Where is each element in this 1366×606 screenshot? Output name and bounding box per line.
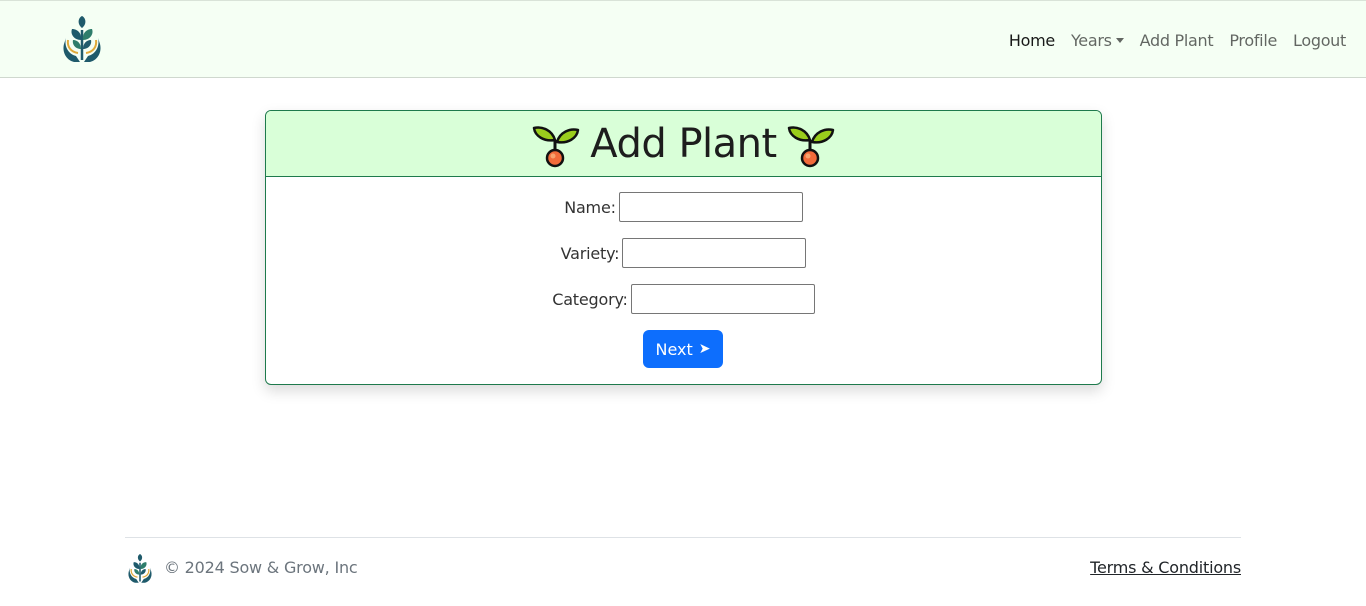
name-label: Name: <box>564 197 616 217</box>
nav-logout-link[interactable]: Logout <box>1293 31 1346 50</box>
card-header: Add Plant <box>266 111 1101 177</box>
nav-years-label: Years <box>1070 30 1112 50</box>
nav-links: Home Years Add Plant Profile Logout <box>993 28 1346 52</box>
seedling-icon <box>533 125 580 167</box>
next-button-label: Next <box>655 339 693 359</box>
nav-add-plant-link[interactable]: Add Plant <box>1140 31 1214 50</box>
terms-link[interactable]: Terms & Conditions <box>1090 558 1241 577</box>
variety-input[interactable] <box>622 238 807 268</box>
footer-divider <box>125 537 1241 538</box>
category-row: Category: <box>266 284 1101 314</box>
nav-home-link[interactable]: Home <box>1009 31 1055 50</box>
arrow-right-icon: ➤ <box>698 341 711 357</box>
variety-label: Variety: <box>560 243 620 263</box>
name-input[interactable] <box>618 192 803 222</box>
seedling-icon <box>787 125 834 167</box>
brand-logo-icon[interactable] <box>60 16 104 64</box>
nav-profile-link[interactable]: Profile <box>1229 31 1277 50</box>
page-title: Add Plant <box>590 120 777 167</box>
add-plant-card: Add Plant Name: Variety: Category: Next … <box>265 110 1102 385</box>
next-button[interactable]: Next ➤ <box>643 330 723 368</box>
caret-down-icon <box>1115 37 1124 43</box>
category-label: Category: <box>552 289 628 309</box>
navbar: Home Years Add Plant Profile Logout <box>0 0 1366 78</box>
footer-logo-icon <box>128 554 152 583</box>
nav-years-dropdown[interactable]: Years <box>1071 31 1124 50</box>
variety-row: Variety: <box>266 238 1101 268</box>
category-input[interactable] <box>630 284 815 314</box>
name-row: Name: <box>266 192 1101 222</box>
footer-copyright: © 2024 Sow & Grow, Inc <box>164 558 358 577</box>
